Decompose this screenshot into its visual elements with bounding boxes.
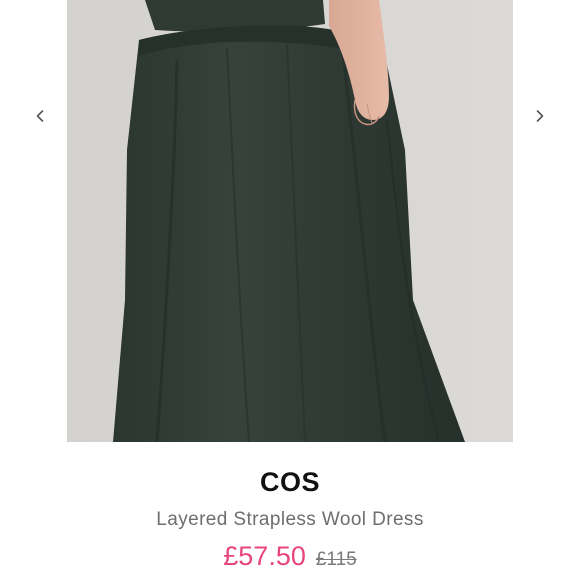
product-photo — [67, 0, 513, 442]
product-title[interactable]: Layered Strapless Wool Dress — [0, 508, 580, 532]
carousel-next-button[interactable] — [516, 92, 564, 140]
original-price: £115 — [315, 549, 357, 570]
product-info: COS Layered Strapless Wool Dress £57.50 … — [0, 442, 580, 580]
product-card: COS Layered Strapless Wool Dress £57.50 … — [0, 0, 580, 580]
price-row: £57.50 £115 — [0, 540, 580, 576]
product-image[interactable] — [67, 0, 513, 442]
sale-price: £57.50 — [223, 541, 306, 571]
chevron-right-icon — [536, 110, 544, 122]
carousel-prev-button[interactable] — [16, 92, 64, 140]
brand-name[interactable]: COS — [0, 466, 580, 498]
chevron-left-icon — [36, 110, 44, 122]
image-carousel — [0, 0, 580, 442]
